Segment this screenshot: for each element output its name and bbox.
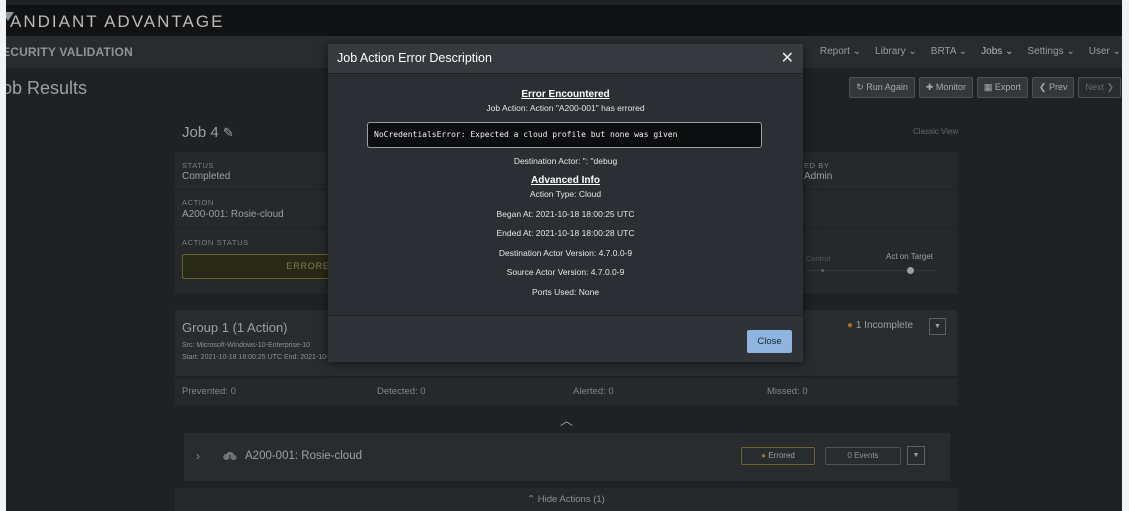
left-window-edge [0, 0, 6, 511]
destination-actor-version: Destination Actor Version: 4.7.0.0-9 [498, 248, 633, 258]
right-window-edge [1122, 0, 1129, 511]
error-heading: Error Encountered [521, 89, 610, 100]
close-button[interactable]: Close [747, 330, 792, 353]
modal-footer: Close [328, 315, 803, 362]
source-actor-version: Source Actor Version: 4.7.0.0-9 [506, 267, 625, 277]
error-message-box: NoCredentialsError: Expected a cloud pro… [367, 122, 762, 148]
error-message-text: NoCredentialsError: Expected a cloud pro… [374, 130, 678, 139]
error-description-modal: Job Action Error Description ✕ Error Enc… [328, 44, 803, 362]
action-type: Action Type: Cloud [529, 189, 602, 199]
modal-title: Job Action Error Description [337, 51, 492, 65]
close-icon[interactable]: ✕ [781, 48, 794, 68]
began-at: Began At: 2021-10-18 18:00:25 UTC [496, 209, 635, 219]
error-subheading: Job Action: Action "A200-001" has errore… [486, 103, 645, 113]
modal-body: Error Encountered Job Action: Action "A2… [328, 74, 803, 314]
destination-actor: Destination Actor: ": "debug [513, 156, 618, 166]
ports-used: Ports Used: None [531, 287, 600, 297]
advanced-info-heading: Advanced Info [531, 175, 600, 186]
modal-header: Job Action Error Description ✕ [328, 44, 803, 74]
app-window: ANDIANT ADVANTAGE ECURITY VALIDATION Rep… [0, 0, 1129, 511]
ended-at: Ended At: 2021-10-18 18:00:28 UTC [496, 228, 635, 238]
